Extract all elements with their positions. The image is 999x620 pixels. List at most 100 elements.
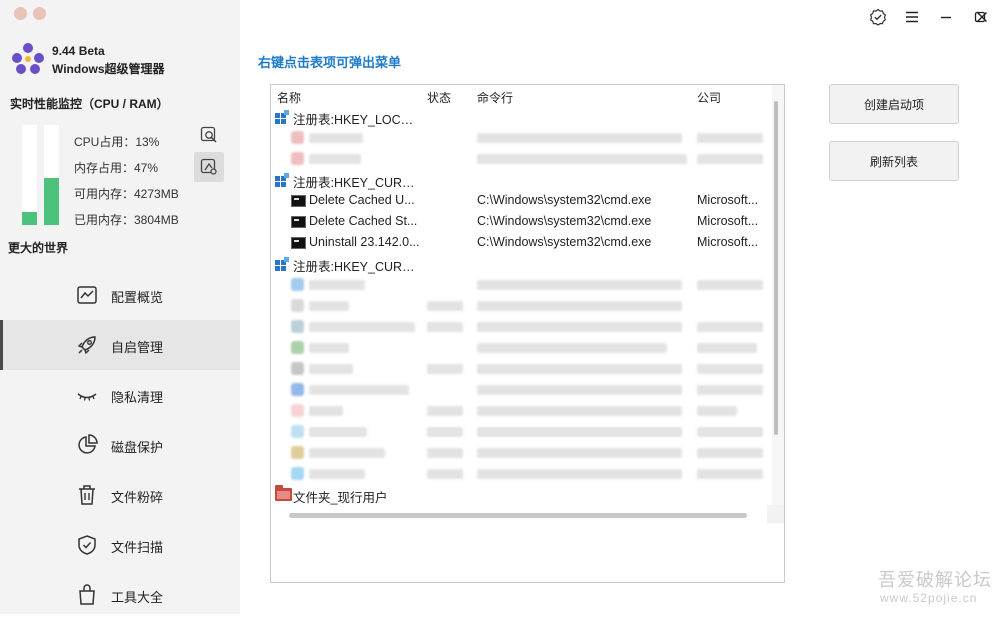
group-row[interactable]: 注册表:HKEY_CURRE...: [271, 253, 771, 274]
verify-badge-icon[interactable]: [867, 6, 889, 28]
table-row[interactable]: Uninstall 23.142.0... C:\Windows\system3…: [271, 232, 771, 253]
cpu-bar-fill: [22, 212, 37, 225]
table-row[interactable]: Delete Cached U... C:\Windows\system32\c…: [271, 190, 771, 211]
blurred-text: [477, 322, 682, 332]
blurred-text: [477, 301, 682, 311]
blurred-text: [309, 154, 361, 164]
minimize-icon[interactable]: [935, 6, 957, 28]
row-command: C:\Windows\system32\cmd.exe: [477, 193, 652, 207]
cmd-icon: [291, 216, 306, 228]
blurred-text: [309, 427, 367, 437]
nav-item-disk[interactable]: 磁盘保护: [0, 420, 240, 470]
cmd-icon: [291, 237, 306, 249]
blurred-text: [309, 280, 365, 290]
blurred-text: [309, 364, 353, 374]
blurred-text: [477, 343, 667, 353]
table-row[interactable]: [271, 274, 771, 295]
column-header-company[interactable]: 公司: [697, 89, 721, 106]
chart-icon: [77, 286, 97, 304]
table-row[interactable]: [271, 421, 771, 442]
group-row[interactable]: 注册表:HKEY_CURRE...: [271, 169, 771, 190]
row-command: C:\Windows\system32\cmd.exe: [477, 235, 652, 249]
blurred-text: [477, 364, 682, 374]
table-row[interactable]: [271, 400, 771, 421]
app-name: Windows超级管理器: [52, 62, 165, 76]
nav-item-overview[interactable]: 配置概览: [0, 270, 240, 320]
search-cpu-icon[interactable]: [194, 120, 224, 150]
table-row[interactable]: [271, 442, 771, 463]
table-row[interactable]: [271, 295, 771, 316]
blurred-text: [697, 280, 763, 290]
app-icon: [291, 341, 304, 354]
blurred-text: [309, 469, 365, 479]
nav-item-tools[interactable]: 工具大全: [0, 570, 240, 620]
cpu-bar: [22, 125, 37, 225]
blurred-text: [427, 427, 463, 437]
nav-label-privacy: 隐私清理: [111, 390, 164, 405]
nav-item-privacy[interactable]: 隐私清理: [0, 370, 240, 420]
blurred-text: [427, 301, 463, 311]
nav-label-disk: 磁盘保护: [111, 440, 164, 455]
blurred-text: [697, 469, 763, 479]
nav-item-scan[interactable]: 文件扫描: [0, 520, 240, 570]
table-row[interactable]: [271, 379, 771, 400]
registry-icon: [275, 110, 289, 124]
blurred-text: [477, 280, 682, 290]
scroll-corner: [767, 505, 784, 523]
refresh-list-button[interactable]: 刷新列表: [829, 141, 959, 181]
column-header-name[interactable]: 名称: [277, 89, 301, 106]
eye-closed-icon: [77, 393, 97, 401]
used-memory-text: 已用内存：3804MB: [74, 213, 179, 227]
row-company: Microsoft...: [697, 214, 759, 228]
blurred-text: [697, 427, 763, 437]
table-row[interactable]: Delete Cached St... C:\Windows\system32\…: [271, 211, 771, 232]
column-header-status[interactable]: 状态: [427, 89, 451, 106]
nav-label-overview: 配置概览: [111, 290, 164, 305]
table-row[interactable]: [271, 358, 771, 379]
table-row[interactable]: [271, 463, 771, 484]
row-company: Microsoft...: [697, 193, 759, 207]
horizontal-scrollbar[interactable]: [289, 513, 747, 518]
blurred-text: [697, 133, 763, 143]
blurred-text: [309, 385, 409, 395]
table-row[interactable]: [271, 337, 771, 358]
settings-memory-icon[interactable]: [194, 152, 224, 182]
folder-icon: [275, 485, 292, 501]
app-icon: [291, 278, 304, 291]
table-row[interactable]: [271, 148, 771, 169]
menu-icon[interactable]: [901, 6, 923, 28]
nav-item-shredder[interactable]: 文件粉碎: [0, 470, 240, 520]
group-label: 注册表:HKEY_LOCAL...: [293, 113, 421, 127]
table-row[interactable]: [271, 127, 771, 148]
nav-label-tools: 工具大全: [111, 590, 164, 605]
blurred-text: [427, 322, 463, 332]
group-label: 文件夹_现行用户: [293, 491, 388, 505]
close-icon[interactable]: [971, 6, 993, 28]
table-row[interactable]: [271, 316, 771, 337]
blurred-text: [477, 406, 682, 416]
blurred-text: [697, 385, 763, 395]
group-label: 注册表:HKEY_CURRE...: [293, 176, 421, 190]
vertical-scrollbar[interactable]: [774, 101, 778, 435]
group-row[interactable]: 注册表:HKEY_LOCAL...: [271, 106, 771, 127]
blurred-text: [477, 154, 687, 164]
blurred-text: [697, 364, 763, 374]
available-memory-text: 可用内存：4273MB: [74, 187, 179, 201]
group-row[interactable]: 文件夹_现行用户: [271, 484, 771, 505]
app-version: 9.44 Beta: [52, 44, 105, 58]
create-startup-button[interactable]: 创建启动项: [829, 84, 959, 124]
watermark-url: www.52pojie.cn: [880, 591, 978, 605]
blurred-text: [309, 301, 349, 311]
app-icon: [291, 467, 304, 480]
page-heading: 右键点击表项可弹出菜单: [258, 55, 402, 70]
nav-item-startup[interactable]: 自启管理: [0, 320, 240, 370]
shield-check-icon: [78, 535, 96, 555]
startup-list[interactable]: 名称 状态 命令行 公司 注册表:HKEY_LOCAL... 注册表:HKEY_…: [270, 84, 785, 583]
row-name: Delete Cached St...: [309, 214, 418, 228]
app-icon: [291, 425, 304, 438]
column-header-command[interactable]: 命令行: [477, 89, 513, 106]
row-command: C:\Windows\system32\cmd.exe: [477, 214, 652, 228]
blurred-text: [309, 406, 343, 416]
memory-bar-fill: [44, 178, 59, 225]
app-icon: [291, 362, 304, 375]
